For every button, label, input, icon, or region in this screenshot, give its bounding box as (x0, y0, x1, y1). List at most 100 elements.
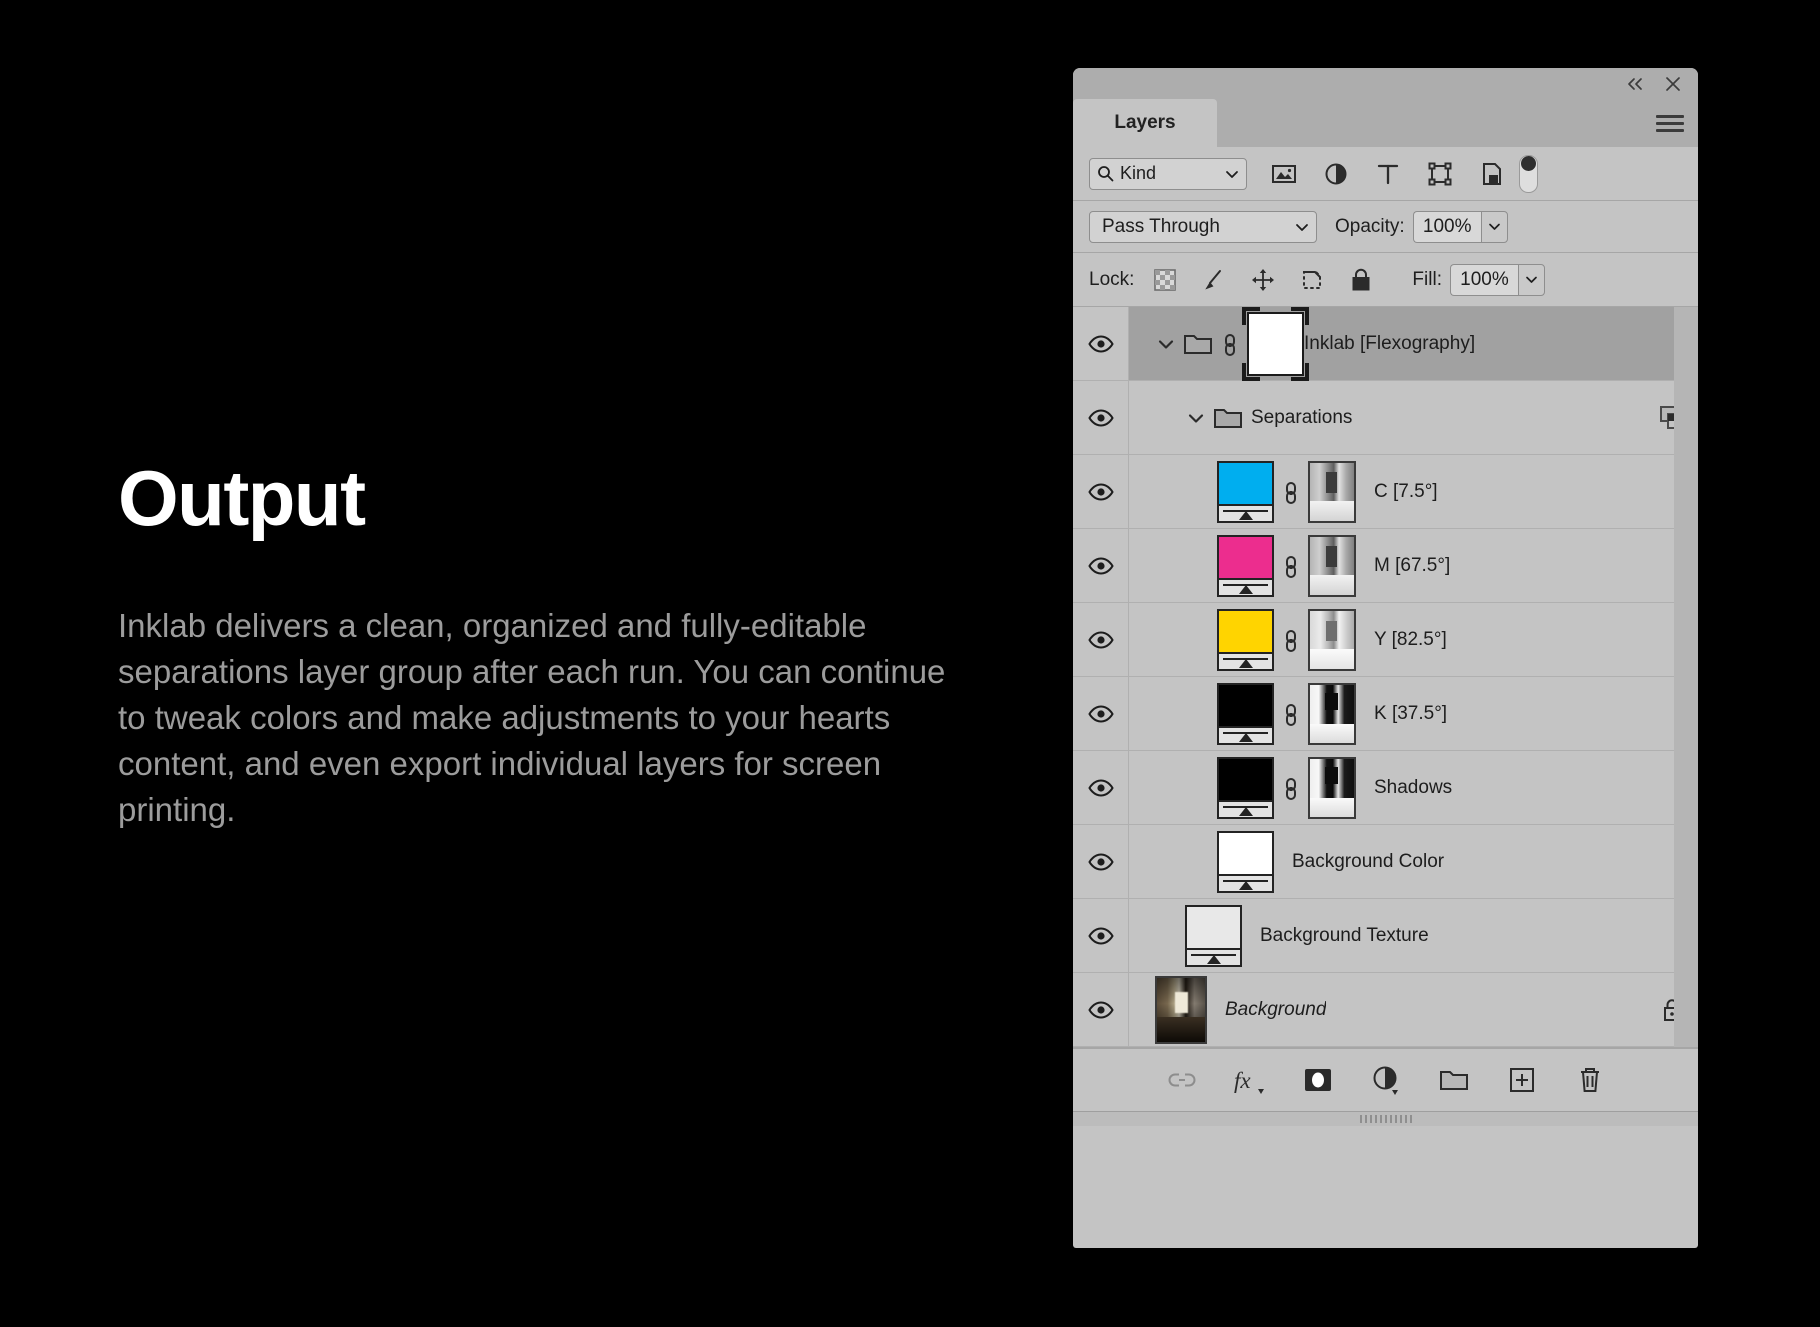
layer-row[interactable]: Shadows (1073, 751, 1698, 825)
layer-row-body[interactable]: K [37.5°] (1129, 677, 1698, 750)
layer-row-body[interactable]: Y [82.5°] (1129, 603, 1698, 676)
panel-menu-icon[interactable] (1656, 112, 1684, 134)
delete-layer-button[interactable] (1573, 1063, 1607, 1097)
fill-field[interactable]: 100% (1449, 263, 1545, 296)
layer-row-body[interactable]: Background Texture (1129, 899, 1698, 972)
layer-name: M [67.5°] (1374, 554, 1451, 576)
opacity-value[interactable]: 100% (1412, 210, 1481, 243)
lock-image-pixels-icon[interactable] (1199, 265, 1229, 295)
layer-row-body[interactable]: Shadows (1129, 751, 1698, 824)
layer-visibility-toggle[interactable] (1073, 529, 1129, 602)
layer-visibility-toggle[interactable] (1073, 603, 1129, 676)
layer-color-thumbnail[interactable] (1217, 830, 1274, 893)
layer-visibility-toggle[interactable] (1073, 825, 1129, 898)
opacity-chevron-down-icon[interactable] (1480, 210, 1508, 243)
filter-pixel-layers-icon[interactable] (1269, 159, 1299, 189)
layer-visibility-icon[interactable] (1087, 334, 1114, 353)
layer-visibility-icon[interactable] (1087, 704, 1114, 723)
layer-list[interactable]: Inklab [Flexography] Separations C [7.5°… (1073, 306, 1698, 1048)
blend-mode-select[interactable]: Pass Through (1089, 210, 1317, 243)
layer-row-body[interactable]: Inklab [Flexography] (1129, 306, 1698, 381)
layer-visibility-icon[interactable] (1087, 778, 1114, 797)
layer-mask-link-icon[interactable] (1220, 331, 1240, 357)
layer-visibility-icon[interactable] (1087, 926, 1114, 945)
layer-visibility-toggle[interactable] (1073, 307, 1129, 380)
tab-layers[interactable]: Layers (1073, 99, 1217, 147)
layer-color-thumbnail[interactable] (1217, 608, 1274, 671)
new-adjustment-layer-button[interactable] (1369, 1063, 1403, 1097)
layer-visibility-toggle[interactable] (1073, 973, 1129, 1046)
layer-list-scrollbar[interactable] (1674, 307, 1698, 1047)
layer-color-thumbnail[interactable] (1217, 756, 1274, 819)
search-icon (1097, 165, 1114, 182)
layer-visibility-toggle[interactable] (1073, 677, 1129, 750)
layer-mask-link-icon[interactable] (1281, 627, 1301, 653)
panel-resize-grip[interactable] (1073, 1111, 1698, 1126)
close-panel-button[interactable] (1662, 73, 1684, 95)
new-layer-button[interactable] (1505, 1063, 1539, 1097)
filter-kind-select[interactable]: Kind (1089, 157, 1247, 190)
plus-square-icon (1509, 1067, 1535, 1093)
layer-row[interactable]: Separations (1073, 381, 1698, 455)
layer-mask-thumbnail[interactable] (1308, 682, 1356, 745)
layer-row-body[interactable]: M [67.5°] (1129, 529, 1698, 602)
layer-image-thumbnail[interactable] (1155, 975, 1207, 1044)
collapse-panel-button[interactable] (1624, 73, 1646, 95)
filter-type-layers-icon[interactable] (1373, 159, 1403, 189)
layer-color-thumbnail[interactable] (1217, 460, 1274, 523)
layer-mask-thumbnail[interactable] (1308, 460, 1356, 523)
add-layer-mask-button[interactable] (1301, 1063, 1335, 1097)
layer-visibility-icon[interactable] (1087, 408, 1114, 427)
fill-value[interactable]: 100% (1449, 263, 1518, 296)
layer-mask-link-icon[interactable] (1281, 701, 1301, 727)
layer-mask-thumbnail[interactable] (1242, 306, 1309, 381)
layer-visibility-toggle[interactable] (1073, 381, 1129, 454)
layer-mask-thumbnail[interactable] (1308, 608, 1356, 671)
layer-row-body[interactable]: Separations (1129, 381, 1698, 454)
layer-visibility-toggle[interactable] (1073, 751, 1129, 824)
layer-mask-thumbnail[interactable] (1308, 756, 1356, 819)
layer-row-body[interactable]: Background (1129, 973, 1698, 1046)
layer-row[interactable]: Inklab [Flexography] (1073, 306, 1698, 381)
layers-panel-bottom-toolbar: fx (1073, 1048, 1698, 1111)
layer-row[interactable]: Background Color (1073, 825, 1698, 899)
lock-all-icon[interactable] (1346, 265, 1376, 295)
layer-mask-link-icon[interactable] (1281, 553, 1301, 579)
layer-row[interactable]: Background Texture (1073, 899, 1698, 973)
filter-adjustment-layers-icon[interactable] (1321, 159, 1351, 189)
layer-visibility-toggle[interactable] (1073, 899, 1129, 972)
link-layers-button[interactable] (1165, 1063, 1199, 1097)
fill-chevron-down-icon[interactable] (1517, 263, 1545, 296)
layer-row[interactable]: Y [82.5°] (1073, 603, 1698, 677)
opacity-field[interactable]: 100% (1412, 210, 1508, 243)
layer-visibility-icon[interactable] (1087, 556, 1114, 575)
layer-visibility-icon[interactable] (1087, 482, 1114, 501)
lock-transparent-pixels-icon[interactable] (1150, 265, 1180, 295)
filter-shape-layers-icon[interactable] (1425, 159, 1455, 189)
page-body-paragraph: Inklab delivers a clean, organized and f… (118, 607, 946, 828)
layer-visibility-toggle[interactable] (1073, 455, 1129, 528)
lock-artboard-nesting-icon[interactable] (1297, 265, 1327, 295)
layer-row[interactable]: M [67.5°] (1073, 529, 1698, 603)
add-layer-style-button[interactable]: fx (1233, 1063, 1267, 1097)
layer-visibility-icon[interactable] (1087, 852, 1114, 871)
new-group-button[interactable] (1437, 1063, 1471, 1097)
layer-color-thumbnail[interactable] (1217, 534, 1274, 597)
layer-row-body[interactable]: Background Color (1129, 825, 1698, 898)
layer-row[interactable]: Background (1073, 973, 1698, 1047)
filter-smart-object-layers-icon[interactable] (1477, 159, 1507, 189)
layer-mask-link-icon[interactable] (1281, 775, 1301, 801)
layer-row[interactable]: C [7.5°] (1073, 455, 1698, 529)
layer-mask-link-icon[interactable] (1281, 479, 1301, 505)
layer-row[interactable]: K [37.5°] (1073, 677, 1698, 751)
layer-row-body[interactable]: C [7.5°] (1129, 455, 1698, 528)
lock-position-icon[interactable] (1248, 265, 1278, 295)
layer-disclosure-chevron-down-icon[interactable] (1185, 407, 1207, 429)
layer-color-thumbnail[interactable] (1217, 682, 1274, 745)
layer-color-thumbnail[interactable] (1185, 904, 1242, 967)
layer-disclosure-chevron-down-icon[interactable] (1155, 333, 1177, 355)
layer-visibility-icon[interactable] (1087, 630, 1114, 649)
filter-enable-toggle[interactable] (1519, 154, 1538, 193)
layer-visibility-icon[interactable] (1087, 1000, 1114, 1019)
layer-mask-thumbnail[interactable] (1308, 534, 1356, 597)
